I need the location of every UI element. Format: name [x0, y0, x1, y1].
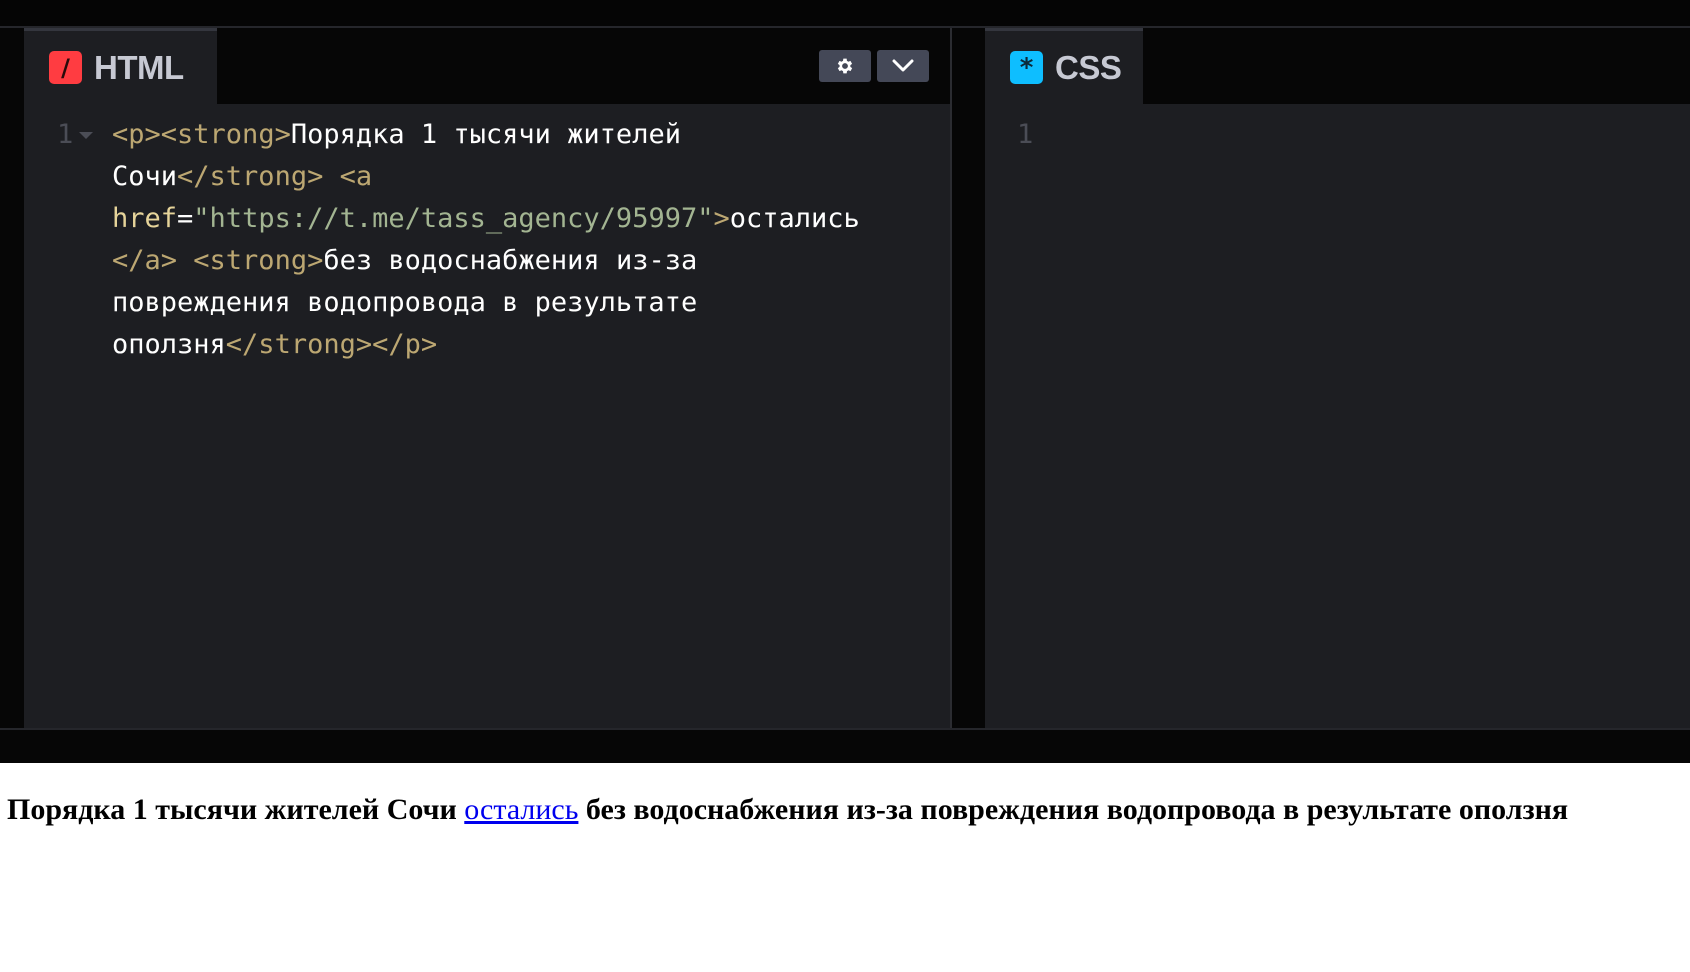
code-line: Сочи</strong> <a: [112, 156, 860, 198]
html-code-editor[interactable]: 1 <p><strong>Порядка 1 тысячи жителей Соч…: [24, 114, 950, 728]
css-icon: *: [1010, 51, 1043, 84]
preview-strong-text: без водоснабжения из-за повреждения водо…: [585, 793, 1569, 826]
code-tag: <strong>: [177, 245, 324, 276]
css-code-editor[interactable]: 1: [985, 114, 1690, 728]
code-lines: <p><strong>Порядка 1 тысячи жителей Сочи<…: [112, 114, 860, 366]
preview-strong-text: Порядка 1 тысячи жителей Сочи: [7, 793, 457, 826]
code-string: "https://t.me/tass_agency/95997": [193, 203, 714, 234]
resize-handle[interactable]: [0, 728, 1690, 765]
code-equals: =: [177, 203, 194, 234]
html-pane-header: / HTML: [24, 28, 950, 104]
gear-icon: [837, 58, 853, 74]
code-text: Порядка 1 тысячи жителей: [290, 119, 681, 150]
fold-arrow-icon[interactable]: [79, 131, 94, 139]
code-text: оползня: [112, 329, 226, 360]
code-text: повреждения водопровода в результате: [112, 287, 698, 318]
css-editor-pane: * CSS 1: [985, 28, 1690, 728]
editor-area: / HTML 1 <p><strong>Порядка 1 тысячи жит…: [0, 0, 1690, 765]
code-text: Сочи: [112, 161, 178, 192]
code-text: остались: [729, 203, 860, 234]
line-number: 1: [1017, 119, 1034, 150]
chevron-down-icon: [892, 59, 914, 72]
code-line: оползня</strong></p>: [112, 324, 860, 366]
code-tag: <p>: [112, 119, 161, 150]
preview-link[interactable]: остались: [464, 793, 578, 826]
line-number: 1: [57, 119, 74, 150]
code-tag: >: [713, 203, 730, 234]
preview-paragraph: Порядка 1 тысячи жителей Сочи остались б…: [7, 793, 1568, 827]
code-tag: <a: [323, 161, 373, 192]
code-line: href="https://t.me/tass_agency/95997">ос…: [112, 198, 860, 240]
code-line: </a> <strong>без водоснабжения из-за: [112, 240, 860, 282]
css-pane-header: * CSS: [985, 28, 1690, 104]
code-line: <p><strong>Порядка 1 тысячи жителей: [112, 114, 860, 156]
code-tag: </a>: [112, 245, 178, 276]
top-toolbar: [0, 0, 1690, 28]
code-line: повреждения водопровода в результате: [112, 282, 860, 324]
tab-html-label: HTML: [94, 48, 184, 86]
settings-button[interactable]: [819, 50, 871, 82]
code-text: без водоснабжения из-за: [323, 245, 698, 276]
html-icon: /: [49, 51, 82, 84]
collapse-button[interactable]: [877, 50, 929, 82]
code-tag: </strong>: [177, 161, 324, 192]
tab-css-label: CSS: [1055, 48, 1122, 86]
code-attribute: href: [112, 203, 178, 234]
code-tag: </strong></p>: [225, 329, 438, 360]
html-editor-pane: / HTML 1 <p><strong>Порядка 1 тысячи жит…: [24, 28, 952, 728]
tab-html[interactable]: / HTML: [24, 28, 217, 104]
tab-css[interactable]: * CSS: [985, 28, 1143, 104]
code-tag: <strong>: [160, 119, 291, 150]
line-gutter: 1: [57, 114, 97, 156]
preview-pane: Порядка 1 тысячи жителей Сочи остались б…: [0, 763, 1690, 972]
